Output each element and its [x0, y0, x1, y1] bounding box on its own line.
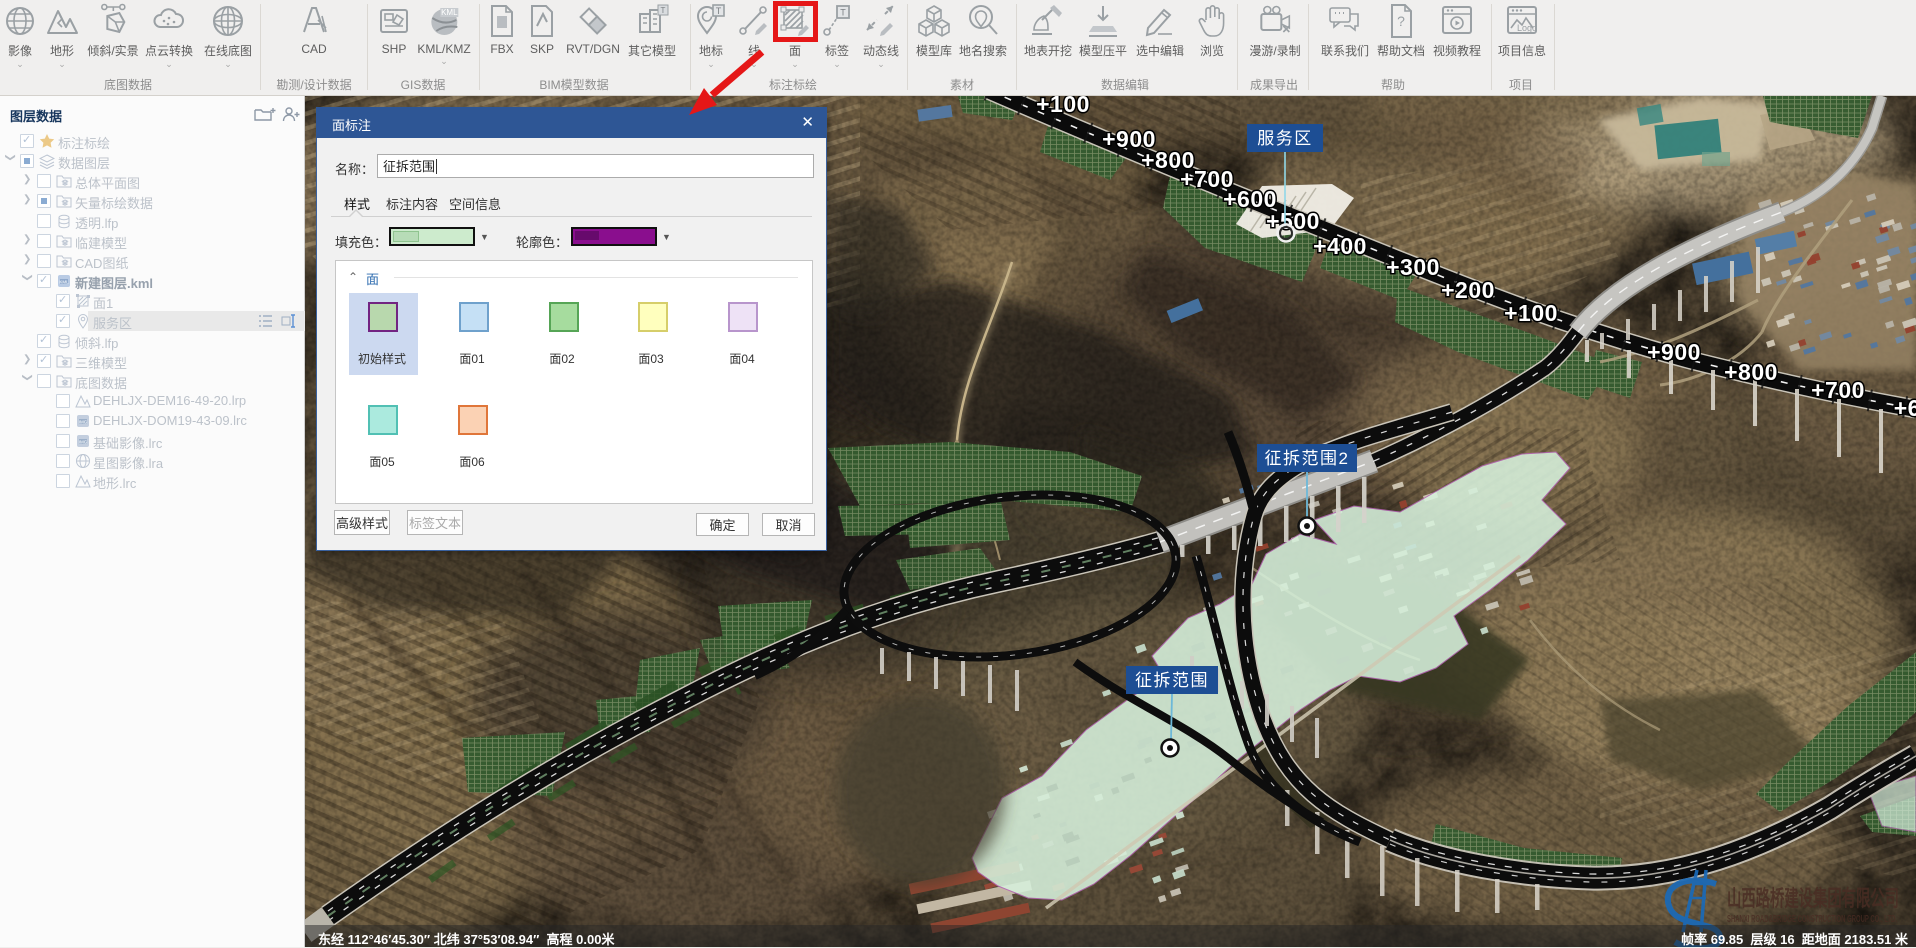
svg-text:?: ?	[1397, 13, 1405, 29]
svg-text:Logo: Logo	[1517, 23, 1537, 33]
svg-text:+100: +100	[1504, 300, 1558, 326]
svg-text:IMG: IMG	[79, 440, 88, 445]
svg-text:+200: +200	[1441, 277, 1495, 303]
svg-text:SHANXI ROAD&BRIDGE CONSTRUCTIO: SHANXI ROAD&BRIDGE CONSTRUCTION GROUP CO…	[1727, 914, 1897, 925]
svg-text:T: T	[716, 6, 722, 16]
svg-text:+700: +700	[1811, 377, 1865, 403]
svg-text:+60: +60	[1894, 395, 1916, 421]
svg-text:IMG: IMG	[79, 420, 88, 425]
svg-text:+900: +900	[1647, 339, 1701, 365]
svg-text:征拆范围: 征拆范围	[1135, 671, 1209, 690]
svg-text:KML: KML	[59, 280, 69, 285]
svg-text:征拆范围2: 征拆范围2	[1265, 449, 1350, 468]
svg-text:+800: +800	[1724, 359, 1778, 385]
svg-text:服务区: 服务区	[1257, 129, 1313, 148]
svg-text:T: T	[661, 6, 666, 15]
svg-text:KML: KML	[441, 8, 458, 17]
svg-text:+300: +300	[1386, 254, 1440, 280]
svg-text:山西路桥建设集团有限公司: 山西路桥建设集团有限公司	[1727, 886, 1899, 911]
svg-text:+100: +100	[1036, 96, 1090, 117]
svg-text:T: T	[840, 8, 846, 18]
svg-text:+400: +400	[1313, 233, 1367, 259]
